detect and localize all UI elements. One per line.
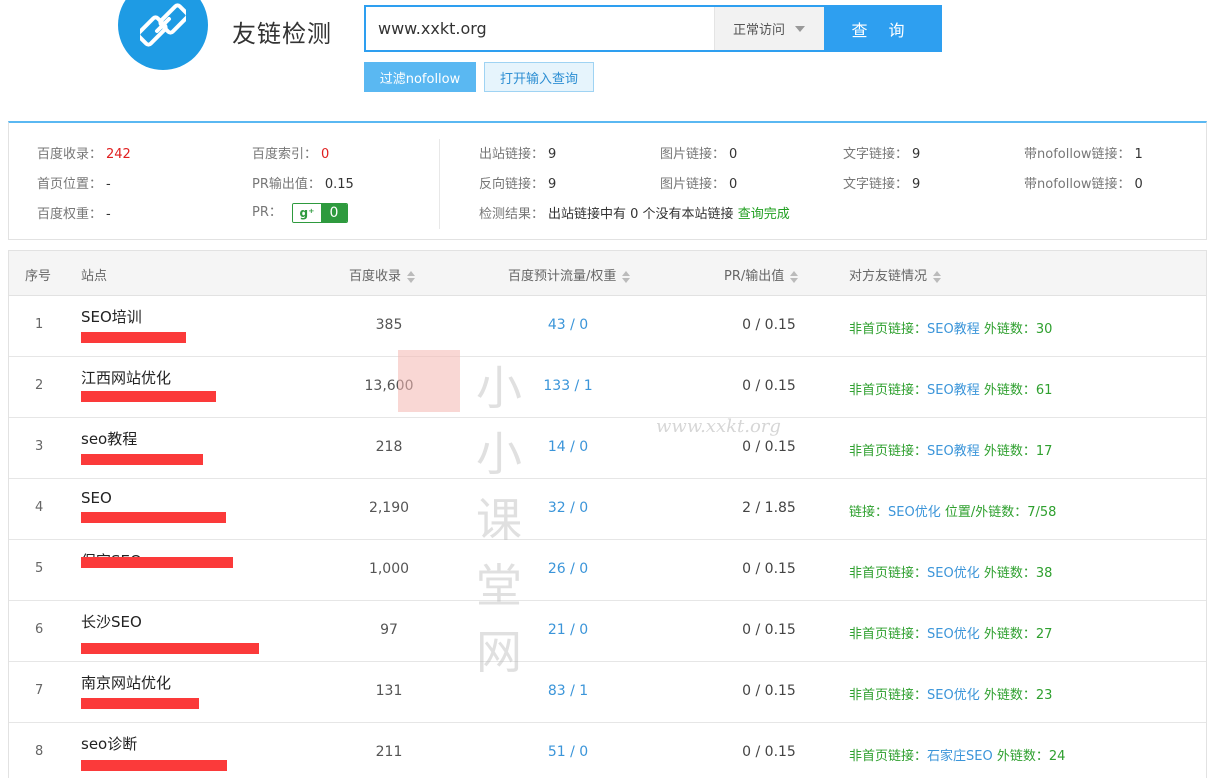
divider — [439, 139, 440, 229]
link-status: 非首页链接：石家庄SEO 外链数：24 — [849, 745, 1065, 764]
col-link-status-label: 对方友链情况 — [849, 269, 928, 284]
link-status-suffix: 外链数：30 — [979, 322, 1053, 337]
stat-home-pos: 首页位置： - — [37, 177, 111, 192]
stat-text-links: 文字链接： 9 — [843, 147, 921, 162]
sort-icon — [933, 270, 942, 283]
stat-img-links-2: 图片链接： 0 — [660, 177, 738, 192]
link-status-prefix: 链接： — [849, 505, 889, 520]
stat-baidu-index: 百度索引： 0 — [252, 147, 330, 162]
link-anchor[interactable]: 石家庄SEO — [927, 749, 993, 764]
link-status: 非首页链接：SEO教程 外链数：30 — [849, 318, 1052, 337]
sort-icon — [407, 270, 416, 283]
redaction-bar — [81, 643, 259, 654]
table-row[interactable]: 6 长沙SEO 97 21 / 00 / 0.15 非首页链接：SEO优化 外链数：27 — [9, 601, 1206, 662]
stat-nofollow-links-2: 带nofollow链接： 0 — [1024, 177, 1143, 192]
table-row[interactable]: 5保定SEO1,00026 / 00 / 0.15非首页链接：SEO优化 外链数… — [9, 540, 1206, 601]
link-status: 非首页链接：SEO教程 外链数：17 — [849, 440, 1052, 459]
sort-icon — [790, 270, 799, 283]
link-status-suffix: 外链数：17 — [979, 444, 1053, 459]
link-anchor[interactable]: SEO优化 — [927, 627, 980, 642]
table-row[interactable]: 7 南京网站优化 131 83 / 10 / 0.15 非首页链接：SEO优化 外链数：… — [9, 662, 1206, 723]
filter-nofollow-button[interactable]: 过滤nofollow — [364, 62, 476, 92]
link-status-prefix: 非首页链接： — [849, 688, 928, 703]
stat-result: 检测结果： 出站链接中有 0 个没有本站链接 查询完成 — [479, 207, 790, 222]
link-status-suffix: 外链数：27 — [979, 627, 1053, 642]
link-status-prefix: 非首页链接： — [849, 566, 928, 581]
open-input-query-button[interactable]: 打开输入查询 — [484, 62, 594, 92]
link-status-suffix: 位置/外链数：7/58 — [940, 505, 1057, 520]
redaction-bar — [81, 454, 203, 465]
link-status: 非首页链接：SEO优化 外链数：23 — [849, 684, 1052, 703]
search-input[interactable] — [366, 7, 714, 50]
link-status-prefix: 非首页链接： — [849, 627, 928, 642]
redaction-bar — [81, 332, 186, 343]
col-flow-weight-label: 百度预计流量/权重 — [508, 269, 617, 284]
link-status-prefix: 非首页链接： — [849, 444, 928, 459]
link-status-suffix: 外链数：24 — [992, 749, 1066, 764]
table-row[interactable]: 8 seo诊断 211 51 / 00 / 0.15 非首页链接：石家庄SEO 外链数：… — [9, 723, 1206, 778]
access-mode-select[interactable]: 正常访问 — [714, 7, 824, 50]
stat-text-links-2: 文字链接： 9 — [843, 177, 921, 192]
stat-pr: PR： g⁺ 0 — [252, 201, 349, 223]
link-status-suffix: 外链数：23 — [979, 688, 1053, 703]
stat-out-links: 出站链接： 9 — [479, 147, 557, 162]
pr-badge: g⁺ 0 — [292, 202, 349, 223]
pr-value: 0 — [321, 203, 348, 222]
redaction-bar — [81, 698, 199, 709]
search-bar: 正常访问 查 询 — [364, 5, 942, 52]
stat-baidu-collect: 百度收录： 242 — [37, 147, 131, 162]
link-anchor[interactable]: SEO优化 — [927, 688, 980, 703]
page-title: 友链检测 — [232, 20, 332, 48]
redaction-bar — [81, 760, 227, 771]
col-pr-output-label: PR/输出值 — [724, 269, 785, 284]
stat-nofollow-links: 带nofollow链接： 1 — [1024, 147, 1143, 162]
stat-img-links: 图片链接： 0 — [660, 147, 738, 162]
col-link-status[interactable]: 对方友链情况 — [849, 265, 942, 284]
col-baidu-collect-label: 百度收录 — [349, 269, 402, 284]
chevron-down-icon — [795, 25, 806, 32]
col-site: 站点 — [81, 269, 108, 284]
table-row[interactable]: 3 seo教程 218 14 / 00 / 0.15 非首页链接：SEO教程 外链数：1… — [9, 418, 1206, 479]
link-status-prefix: 非首页链接： — [849, 749, 928, 764]
link-anchor[interactable]: SEO优化 — [927, 566, 980, 581]
link-anchor[interactable]: SEO教程 — [927, 444, 980, 459]
sort-icon — [622, 270, 631, 283]
summary-panel: 百度收录： 242 百度索引： 0 首页位置： - PR输出值： 0.15 百度权重： -… — [8, 121, 1207, 240]
link-anchor[interactable]: SEO教程 — [927, 322, 980, 337]
link-status-suffix: 外链数：38 — [979, 566, 1053, 581]
table-row[interactable]: 1 SEO培训 385 43 / 00 / 0.15 非首页链接：SEO教程 外链数：3… — [9, 296, 1206, 357]
link-logo-icon — [118, 0, 208, 70]
link-anchor[interactable]: SEO教程 — [927, 383, 980, 398]
link-status-prefix: 非首页链接： — [849, 383, 928, 398]
link-status: 链接：SEO优化 位置/外链数：7/58 — [849, 501, 1056, 520]
link-status: 非首页链接：SEO教程 外链数：61 — [849, 379, 1052, 398]
stat-back-links: 反向链接： 9 — [479, 177, 557, 192]
col-pr-output[interactable]: PR/输出值 — [724, 265, 799, 284]
query-button[interactable]: 查 询 — [824, 7, 940, 50]
friend-links-table: 序号 站点 百度收录 百度预计流量/权重 PR/输出值 对方友链情况 1 SEO培… — [8, 250, 1207, 778]
table-row[interactable]: 4 SEO 2,190 32 / 02 / 1.85 链接：SEO优化 位置/外链数：7… — [9, 479, 1206, 540]
col-index: 序号 — [25, 269, 52, 284]
link-anchor[interactable]: SEO优化 — [888, 505, 941, 520]
table-header: 序号 站点 百度收录 百度预计流量/权重 PR/输出值 对方友链情况 — [9, 251, 1206, 296]
result-status: 查询完成 — [737, 207, 790, 222]
google-plus-icon: g⁺ — [293, 203, 322, 222]
link-status: 非首页链接：SEO优化 外链数：27 — [849, 623, 1052, 642]
link-status-suffix: 外链数：61 — [979, 383, 1053, 398]
link-status: 非首页链接：SEO优化 外链数：38 — [849, 562, 1052, 581]
stat-pr-out: PR输出值： 0.15 — [252, 177, 354, 192]
access-mode-label: 正常访问 — [733, 23, 786, 38]
table-body: 1 SEO培训 385 43 / 00 / 0.15 非首页链接：SEO教程 外链数：3… — [9, 296, 1206, 778]
col-flow-weight[interactable]: 百度预计流量/权重 — [508, 265, 631, 284]
col-baidu-collect[interactable]: 百度收录 — [349, 265, 416, 284]
link-status-prefix: 非首页链接： — [849, 322, 928, 337]
stat-baidu-weight: 百度权重： - — [37, 207, 111, 222]
table-row[interactable]: 2 江西网站优化 13,600 133 / 10 / 0.15 非首页链接：SEO教程 … — [9, 357, 1206, 418]
